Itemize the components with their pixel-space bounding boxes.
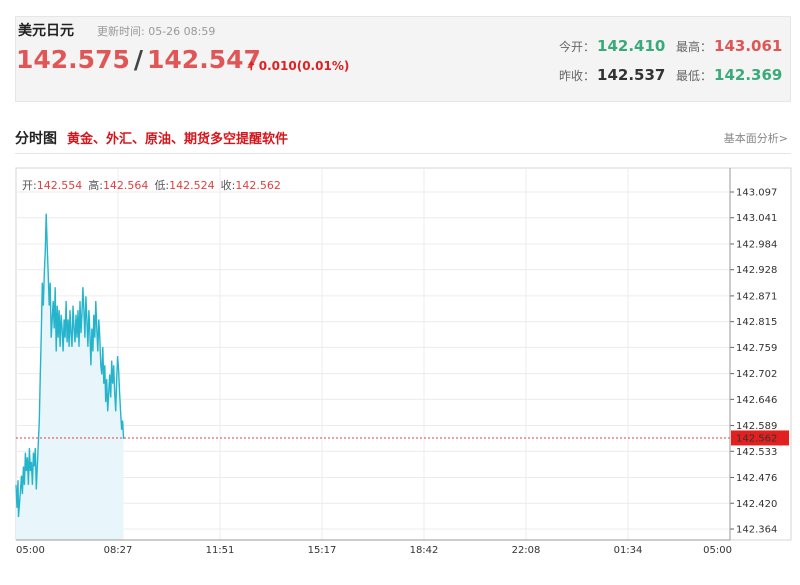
ohlc-low-label: 低: (154, 179, 170, 192)
y-tick-label: 142.928 (736, 265, 777, 276)
ohlc-bar: 开:142.554 高:142.564 低:142.524 收:142.562 (22, 177, 287, 193)
x-axis: 05:00 08:27 11:51 15:17 18:42 22:08 01:34 05:00 (16, 539, 732, 556)
y-axis: 143.097 143.041 142.984 142.928 142.871 142.8… (729, 168, 777, 540)
x-tick-label: 22:08 (512, 545, 541, 556)
y-tick-label: 142.759 (736, 343, 777, 354)
y-tick-label: 142.420 (736, 499, 777, 510)
ohlc-high-label: 高: (88, 179, 103, 192)
ohlc-low-value: 142.524 (169, 179, 215, 192)
x-tick-label: 18:42 (410, 545, 439, 556)
x-tick-label: 05:00 (703, 545, 732, 556)
y-tick-label: 142.871 (736, 291, 777, 302)
y-tick-label: 142.589 (736, 421, 777, 432)
x-tick-label: 08:27 (104, 545, 133, 556)
ohlc-high-value: 142.564 (102, 179, 149, 192)
x-tick-label: 01:34 (614, 545, 643, 556)
y-tick-label: 142.646 (736, 395, 777, 406)
y-tick-label: 142.984 (736, 239, 777, 250)
price-area (16, 213, 124, 540)
ohlc-close-label: 收: (220, 179, 236, 192)
intraday-chart: 142.562 143.097 143.041 142.984 142.928 142.… (15, 167, 792, 556)
ohlc-close-value: 142.562 (235, 179, 281, 192)
ohlc-open-label: 开: (22, 179, 37, 192)
y-tick-label: 142.533 (736, 447, 777, 458)
x-tick-label: 11:51 (206, 545, 235, 556)
y-tick-label: 143.041 (736, 213, 777, 224)
y-tick-label: 142.364 (736, 525, 777, 536)
y-tick-label: 142.815 (736, 317, 777, 328)
current-price-label: 142.562 (736, 433, 777, 444)
y-tick-label: 142.702 (736, 369, 777, 380)
x-tick-label: 05:00 (16, 545, 45, 556)
x-tick-label: 15:17 (308, 545, 337, 556)
y-tick-label: 142.476 (736, 473, 777, 484)
y-tick-label: 143.097 (736, 188, 777, 199)
chart-frame (15, 167, 792, 541)
ohlc-open-value: 142.554 (36, 179, 83, 192)
